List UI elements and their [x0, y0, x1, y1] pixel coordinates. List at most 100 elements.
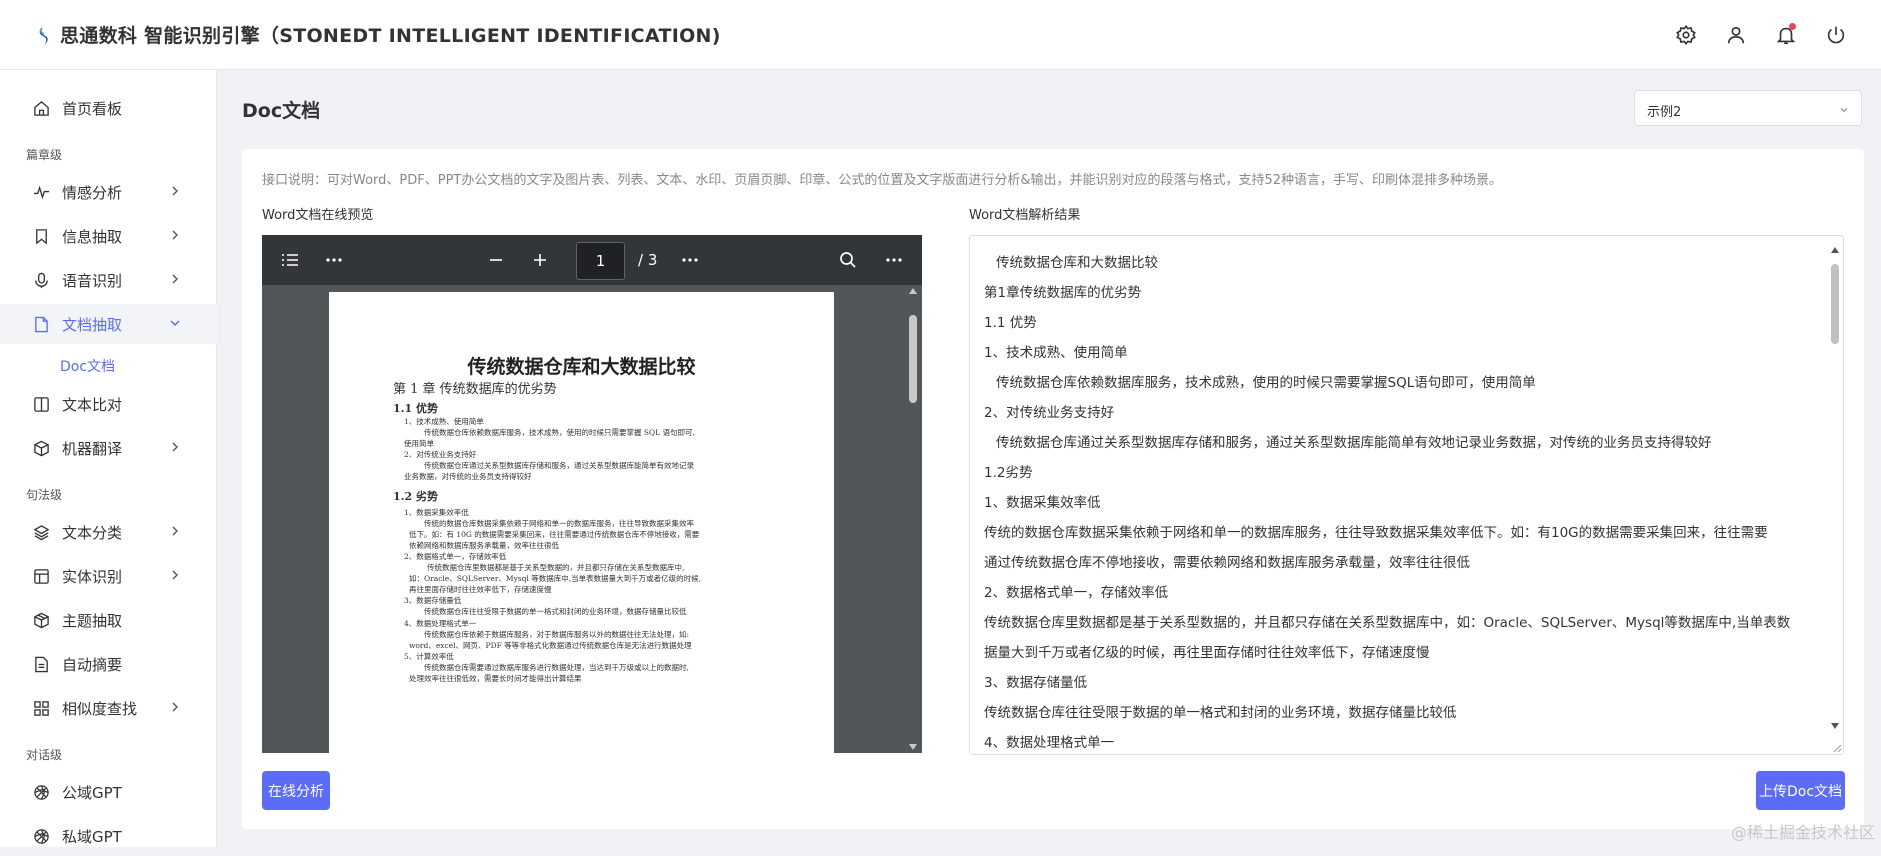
result-text-line: 传统数据仓库通过关系型数据库存储和服务，通过关系型数据库能简单有效地记录业务数据…: [996, 431, 1712, 451]
chevron-right-icon: [169, 185, 181, 197]
result-text-line: 3、数据存储量低: [984, 671, 1087, 691]
preview-label: Word文档在线预览: [262, 204, 373, 223]
chevron-down-icon: [169, 317, 181, 329]
viewer-scrollbar[interactable]: [904, 285, 922, 753]
chevron-right-icon: [169, 441, 181, 453]
pdf-text-line: 2、数据格式单一，存储效率低: [404, 551, 506, 562]
sidebar-item-label: 主题抽取: [62, 610, 122, 631]
sidebar-item-label: 语音识别: [62, 270, 122, 291]
sidebar-item-text-classification[interactable]: 文本分类: [0, 512, 217, 552]
cube-icon: [32, 439, 50, 457]
pdf-heading: 1.2 劣势: [393, 488, 438, 504]
zoom-out-icon[interactable]: [484, 249, 508, 271]
bell-icon[interactable]: [1761, 20, 1811, 50]
pdf-viewer[interactable]: 1 / 3 传统数据仓库和大数据比较 第 1 章 传统数据库的优劣势1.1 优势…: [262, 235, 922, 753]
chevron-down-icon: [1839, 105, 1849, 115]
scroll-up-icon[interactable]: [908, 287, 918, 295]
sidebar-item-similarity[interactable]: 相似度查找: [0, 688, 217, 728]
sidebar-item-label: 文档抽取: [62, 314, 122, 335]
page-total: / 3: [638, 251, 657, 269]
sidebar-item-private-gpt[interactable]: 私域GPT: [0, 816, 217, 856]
chevron-right-icon: [169, 273, 181, 285]
sidebar-item-topic-extraction[interactable]: 主题抽取: [0, 600, 217, 640]
result-scrollbar[interactable]: [1827, 236, 1843, 755]
pdf-text-line: word、excel、网页、PDF 等等非格式化数据通过传统数据仓库是无法进行数…: [409, 640, 692, 651]
result-text-line: 传统数据仓库依赖数据库服务，技术成熟，使用的时候只需要掌握SQL语句即可，使用简…: [996, 371, 1536, 391]
openai-icon: [32, 783, 50, 801]
scroll-down-icon[interactable]: [1830, 722, 1840, 730]
sidebar-item-text-compare[interactable]: 文本比对: [0, 384, 217, 424]
sidebar-item-label: 情感分析: [62, 182, 122, 203]
result-text-line: 传统的数据仓库数据采集依赖于网络和单一的数据库服务，往往导致数据采集效率低下。如…: [984, 521, 1768, 541]
pdf-text-line: 1、数据采集效率低: [404, 507, 469, 518]
pdf-text-line: 低下。如：有 10G 的数据需要采集回来，往往需要通过传统数据仓库不停地接收，需…: [409, 529, 699, 540]
pdf-heading: 第 1 章 传统数据库的优劣势: [393, 378, 557, 397]
zoom-in-icon[interactable]: [528, 249, 552, 271]
pdf-page: 传统数据仓库和大数据比较 第 1 章 传统数据库的优劣势1.1 优势1、技术成熟…: [329, 292, 834, 753]
main-content: Doc文档 示例2 接口说明：可对Word、PDF、PPT办公文档的文字及图片表…: [218, 70, 1881, 847]
result-text-line: 1.2劣势: [984, 461, 1032, 481]
example-select[interactable]: 示例2: [1634, 90, 1862, 126]
box-icon: [32, 611, 50, 629]
result-text-line: 传统数据仓库里数据都是基于关系型数据的，并且都只存储在关系型数据库中，如：Ora…: [984, 611, 1790, 631]
bookmark-icon: [32, 227, 50, 245]
scroll-down-icon[interactable]: [908, 743, 918, 751]
mic-icon: [32, 271, 50, 289]
pdf-text-line: 使用简单: [404, 438, 434, 449]
sidebar-item-sentiment[interactable]: 情感分析: [0, 172, 217, 212]
sidebar-item-speech[interactable]: 语音识别: [0, 260, 217, 300]
sidebar-item-auto-summary[interactable]: 自动摘要: [0, 644, 217, 684]
pdf-text-line: 业务数据，对传统的业务员支持得较好: [404, 471, 532, 482]
api-description: 接口说明：可对Word、PDF、PPT办公文档的文字及图片表、列表、文本、水印、…: [262, 169, 1502, 188]
sidebar-item-label: 文本分类: [62, 522, 122, 543]
watermark: @稀土掘金技术社区: [1731, 819, 1875, 843]
pdf-text-line: 传统数据仓库需要通过数据库服务进行数据处理，当达到千万级或以上的数据时,: [424, 662, 689, 673]
logo: 思通数科 智能识别引擎（STONEDT INTELLIGENT IDENTIFI…: [36, 21, 721, 48]
chevron-right-icon: [169, 701, 181, 713]
pdf-text-line: 1、技术成熟、使用简单: [404, 416, 484, 427]
sidebar-item-label: 文本比对: [62, 394, 122, 415]
sidebar-subitem-doc[interactable]: Doc文档: [60, 356, 115, 376]
sidebar-item-entity-recognition[interactable]: 实体识别: [0, 556, 217, 596]
analyze-button[interactable]: 在线分析: [262, 771, 330, 810]
result-text-line: 2、对传统业务支持好: [984, 401, 1114, 421]
page-title: Doc文档: [242, 96, 320, 123]
outline-icon[interactable]: [278, 249, 302, 271]
pdf-toolbar: 1 / 3: [262, 235, 922, 285]
scroll-up-icon[interactable]: [1830, 246, 1840, 254]
grid-icon: [32, 699, 50, 717]
more-icon[interactable]: [678, 249, 702, 271]
result-text-line: 4、数据处理格式单一: [984, 731, 1114, 751]
sidebar-item-info-extraction[interactable]: 信息抽取: [0, 216, 217, 256]
user-icon[interactable]: [1711, 20, 1761, 50]
pdf-text-line: 传统数据仓库依赖数据库服务，技术成熟，使用的时候只需要掌握 SQL 语句即可,: [424, 427, 695, 438]
home-icon: [32, 99, 50, 117]
select-value: 示例2: [1647, 105, 1681, 120]
scrollbar-thumb[interactable]: [909, 315, 917, 403]
sidebar-item-label: 私域GPT: [62, 826, 122, 847]
result-textarea[interactable]: 传统数据仓库和大数据比较第1章传统数据库的优劣势1.1 优势1、技术成熟、使用简…: [969, 235, 1844, 755]
scrollbar-thumb[interactable]: [1831, 264, 1839, 344]
result-text-line: 1、数据采集效率低: [984, 491, 1101, 511]
more-icon[interactable]: [882, 249, 906, 271]
pdf-text-line: 5、计算效率低: [404, 651, 454, 662]
sidebar-item-public-gpt[interactable]: 公域GPT: [0, 772, 217, 812]
chevron-right-icon: [169, 229, 181, 241]
pdf-text-line: 依赖网络和数据库服务承载量，效率往往很低: [409, 540, 559, 551]
chevron-right-icon: [169, 569, 181, 581]
page-number-input[interactable]: 1: [576, 242, 625, 280]
power-icon[interactable]: [1811, 20, 1861, 50]
pulse-icon: [32, 183, 50, 201]
resize-handle-icon[interactable]: [1830, 741, 1842, 753]
more-icon[interactable]: [322, 249, 346, 271]
sidebar-item-translation[interactable]: 机器翻译: [0, 428, 217, 468]
sidebar-item-dashboard[interactable]: 首页看板: [0, 88, 217, 128]
pdf-text-line: 传统数据仓库依赖于数据库服务，对于数据库服务以外的数据往往无法处理，如:: [424, 629, 689, 640]
settings-icon[interactable]: [1661, 20, 1711, 50]
sidebar-item-doc-extraction[interactable]: 文档抽取: [0, 304, 217, 344]
result-text-line: 第1章传统数据库的优劣势: [984, 281, 1141, 301]
result-text-line: 2、数据格式单一，存储效率低: [984, 581, 1168, 601]
search-icon[interactable]: [836, 249, 860, 271]
sidebar-item-label: 自动摘要: [62, 654, 122, 675]
upload-button[interactable]: 上传Doc文档: [1756, 771, 1845, 810]
